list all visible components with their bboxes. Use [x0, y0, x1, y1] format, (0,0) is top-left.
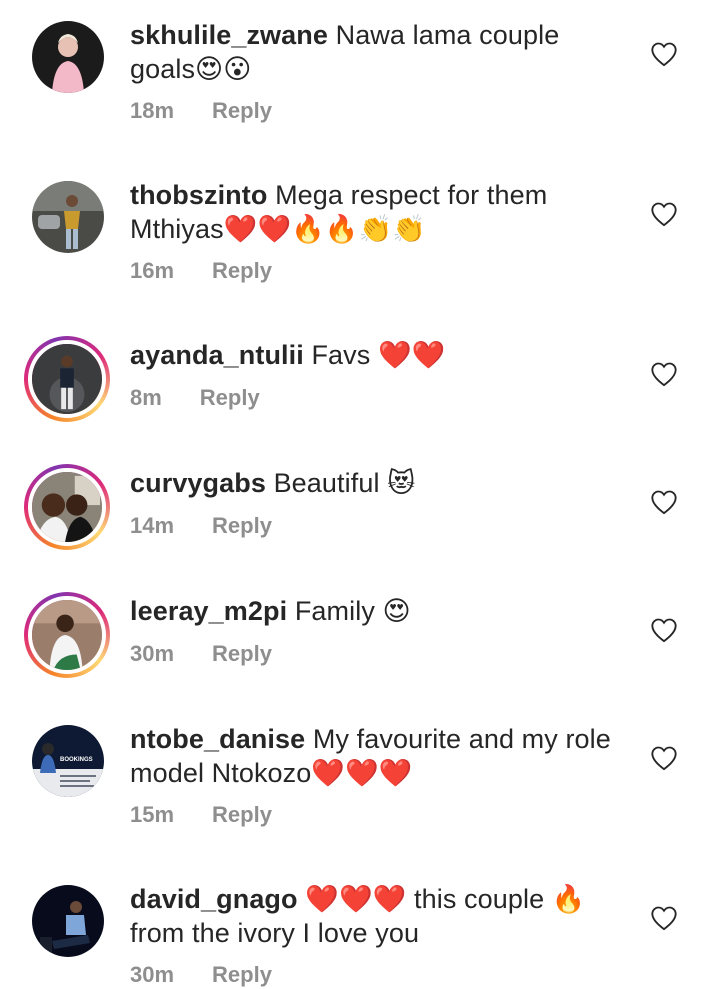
comment-body: Favs [311, 340, 371, 370]
comment-emojis: 😻 [387, 468, 416, 498]
comment-username[interactable]: ntobe_danise [130, 724, 305, 754]
comment-time: 15m [130, 802, 175, 827]
comment-username[interactable]: skhulile_zwane [130, 20, 328, 50]
comment-username[interactable]: david_gnago [130, 884, 298, 914]
comment-time: 30m [130, 641, 175, 666]
comment-username[interactable]: thobszinto [130, 180, 267, 210]
comment-text: curvygabs Beautiful 😻 [130, 466, 630, 500]
comment-username[interactable]: leeray_m2pi [130, 596, 287, 626]
comment-emojis: 🔥 [551, 884, 586, 914]
comment-text: ntobe_danise My favourite and my role mo… [130, 722, 630, 790]
comment-emojis: ❤️❤️ [378, 340, 446, 370]
heart-outline-icon[interactable] [650, 201, 678, 227]
heart-outline-icon[interactable] [650, 361, 678, 387]
comment-time: 14m [130, 513, 175, 538]
heart-outline-icon[interactable] [650, 905, 678, 931]
comment-text: thobszinto Mega respect for them Mthiyas… [130, 178, 630, 246]
comment-meta: 18m Reply [130, 97, 272, 125]
avatar[interactable]: BOOKINGS [32, 725, 104, 797]
comment-username[interactable]: curvygabs [130, 468, 266, 498]
avatar[interactable] [32, 885, 104, 957]
avatar-story-ring[interactable] [24, 464, 110, 550]
comment-meta: 14m Reply [130, 512, 272, 540]
avatar[interactable] [32, 181, 104, 253]
heart-outline-icon[interactable] [650, 489, 678, 515]
comment-meta: 8m Reply [130, 384, 260, 412]
comment-body: Beautiful [273, 468, 380, 498]
reply-button[interactable]: Reply [212, 801, 272, 829]
comment-time: 30m [130, 962, 175, 987]
comment-meta: 16m Reply [130, 257, 272, 285]
comment-emojis: 😍😮 [195, 54, 252, 84]
comment-emojis: ❤️❤️🔥🔥👏👏 [223, 214, 427, 244]
reply-button[interactable]: Reply [212, 961, 272, 989]
comment-emojis: 😍 [382, 596, 411, 626]
comment-time: 18m [130, 98, 175, 123]
comment-username[interactable]: ayanda_ntulii [130, 340, 304, 370]
comment-text: david_gnago ❤️❤️❤️ this couple 🔥 from th… [130, 882, 630, 950]
comment-time: 8m [130, 385, 162, 410]
reply-button[interactable]: Reply [212, 257, 272, 285]
reply-button[interactable]: Reply [212, 512, 272, 540]
comment-body: this couple [414, 884, 545, 914]
comment-text: ayanda_ntulii Favs ❤️❤️ [130, 338, 630, 372]
heart-outline-icon[interactable] [650, 745, 678, 771]
comment-emojis: ❤️❤️❤️ [311, 758, 413, 788]
avatar[interactable] [32, 21, 104, 93]
comment-body: from the ivory I love you [130, 918, 420, 948]
comment-text: skhulile_zwane Nawa lama couple goals😍😮 [130, 18, 630, 86]
avatar-thumb-text: BOOKINGS [60, 757, 93, 763]
reply-button[interactable]: Reply [212, 97, 272, 125]
comment-emojis: ❤️❤️❤️ [305, 884, 407, 914]
comment-body: Family [294, 596, 375, 626]
reply-button[interactable]: Reply [200, 384, 260, 412]
avatar-story-ring[interactable] [24, 592, 110, 678]
reply-button[interactable]: Reply [212, 640, 272, 668]
heart-outline-icon[interactable] [650, 617, 678, 643]
comment-meta: 15m Reply [130, 801, 272, 829]
heart-outline-icon[interactable] [650, 41, 678, 67]
comment-time: 16m [130, 258, 175, 283]
comment-text: leeray_m2pi Family 😍 [130, 594, 630, 628]
comment-meta: 30m Reply [130, 961, 272, 989]
avatar-story-ring[interactable] [24, 336, 110, 422]
comment-meta: 30m Reply [130, 640, 272, 668]
